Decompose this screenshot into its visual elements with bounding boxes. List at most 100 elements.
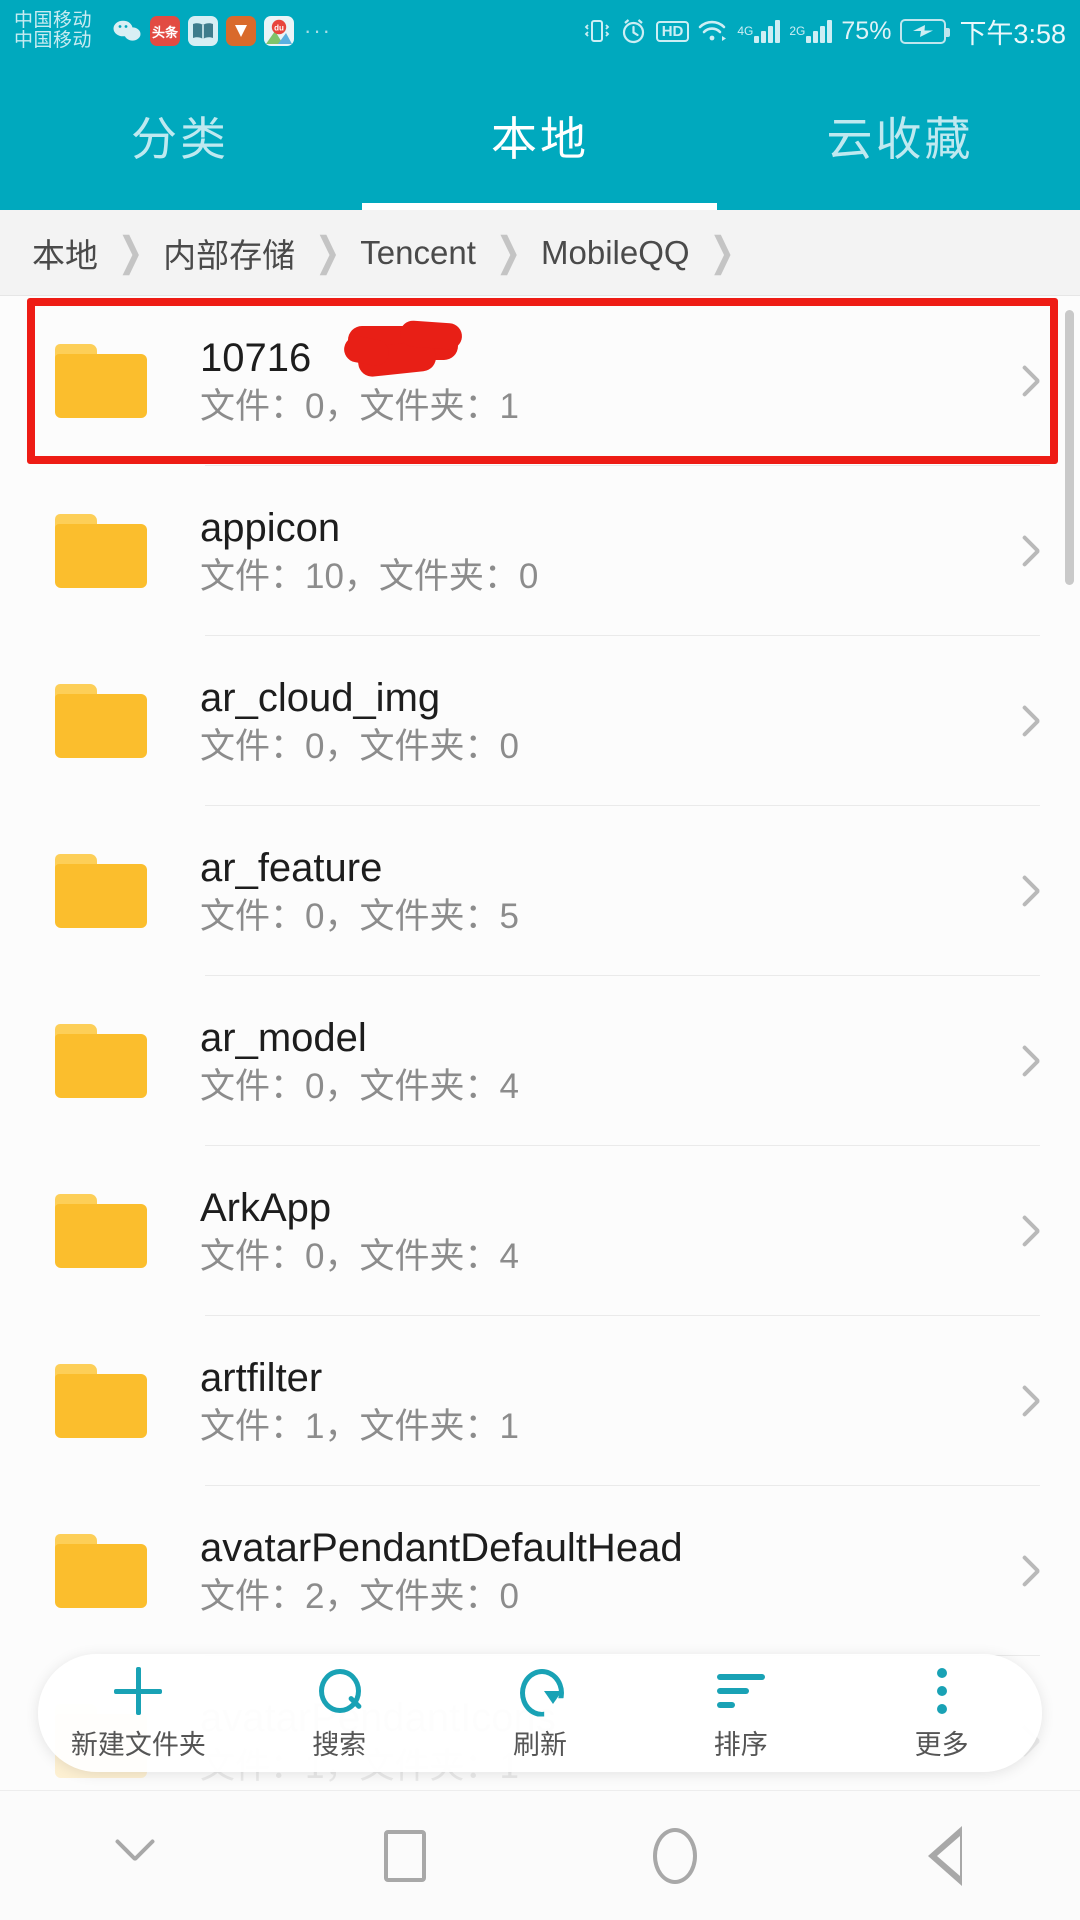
notification-icons: 头条 du ··· [112, 16, 332, 46]
file-name: ar_cloud_img [200, 675, 441, 720]
file-name: avatarPendantDefaultHead [200, 1525, 683, 1570]
file-name: artfilter [200, 1355, 323, 1400]
more-label: 更多 [914, 1729, 969, 1760]
breadcrumb-separator-icon: ❯ [315, 230, 341, 275]
recents-button[interactable] [270, 1791, 540, 1920]
vibrate-icon [583, 14, 611, 48]
folder-icon [55, 1364, 147, 1438]
file-name: ArkApp [200, 1185, 332, 1230]
battery-icon [900, 18, 951, 44]
carrier-line-2: 中国移动 [14, 30, 93, 51]
folder-icon [55, 684, 147, 758]
sim1-bars [754, 19, 781, 43]
bottom-toolbar: 新建文件夹 搜索 刷新 排序 更多 [38, 1654, 1042, 1772]
list-item[interactable]: ar_feature 文件：0，文件夹：5 [0, 806, 1080, 976]
file-list[interactable]: 10716 文件：0，文件夹：1 appicon 文件：10，文件夹：0 ar_… [0, 296, 1080, 1790]
phone-screen: 中国移动 中国移动 头条 du ··· HD 4G 2G 75% 下午3:58 … [0, 0, 1080, 1920]
search-icon [315, 1665, 363, 1717]
tab-categories[interactable]: 分类 [0, 103, 360, 169]
chevron-right-icon [1018, 1381, 1040, 1421]
file-name: ar_feature [200, 845, 383, 890]
file-info: 文件：0，文件夹：4 [200, 1066, 519, 1106]
file-name: ar_model [200, 1015, 367, 1060]
refresh-label: 刷新 [512, 1729, 567, 1760]
home-button[interactable] [540, 1791, 810, 1920]
more-vertical-icon [936, 1665, 947, 1717]
recents-icon [384, 1829, 426, 1882]
overflow-dots-icon: ··· [304, 18, 332, 43]
active-tab-indicator [360, 203, 720, 210]
file-info: 文件：10，文件夹：0 [200, 556, 539, 596]
list-scrollbar[interactable] [1065, 310, 1074, 585]
chevron-right-icon [1018, 1211, 1040, 1251]
wifi-icon [698, 14, 728, 48]
toutiao-label: 头条 [152, 24, 179, 40]
new-folder-button[interactable]: 新建文件夹 [38, 1665, 239, 1762]
refresh-button[interactable]: 刷新 [440, 1665, 641, 1762]
carrier-line-1: 中国移动 [14, 9, 93, 31]
tab-cloud[interactable]: 云收藏 [720, 103, 1080, 169]
book-icon [188, 16, 219, 46]
android-nav-bar [0, 1790, 1080, 1920]
toutiao-icon: 头条 [150, 16, 181, 46]
file-info: 文件：0，文件夹：4 [200, 1236, 519, 1276]
chevron-right-icon [1018, 1041, 1040, 1081]
file-info: 文件：2，文件夹：0 [200, 1576, 519, 1616]
baidu-map-icon: du [264, 16, 295, 46]
back-button[interactable] [810, 1791, 1080, 1920]
back-icon [928, 1825, 962, 1886]
breadcrumb-item-mobileqq[interactable]: MobileQQ [531, 234, 700, 272]
carrier-label: 中国移动 中国移动 [14, 9, 93, 51]
sim1-network-label: 4G [737, 24, 754, 38]
chevron-right-icon [1018, 531, 1040, 571]
highlight-annotation-box [27, 298, 1058, 464]
sort-icon [716, 1665, 765, 1717]
breadcrumb-item-tencent[interactable]: Tencent [350, 234, 486, 272]
sim1-signal-icon: 4G [737, 14, 781, 48]
file-info: 文件：1，文件夹：1 [200, 1406, 519, 1446]
new-folder-label: 新建文件夹 [70, 1729, 206, 1760]
status-bar: 中国移动 中国移动 头条 du ··· HD 4G 2G 75% 下午3:58 [0, 0, 1080, 62]
hide-keyboard-button[interactable] [0, 1791, 270, 1920]
file-info: 文件：0，文件夹：5 [200, 896, 519, 936]
folder-icon [55, 1534, 147, 1608]
sim2-signal-icon: 2G [789, 14, 833, 48]
video-icon [226, 16, 257, 46]
breadcrumb-item-local[interactable]: 本地 [22, 229, 108, 277]
search-button[interactable]: 搜索 [239, 1665, 440, 1762]
home-icon [653, 1827, 697, 1884]
redaction-scribble [342, 319, 463, 378]
sort-label: 排序 [713, 1729, 768, 1760]
chevron-right-icon [1018, 701, 1040, 741]
alarm-icon [620, 14, 647, 48]
breadcrumb-separator-icon: ❯ [495, 230, 522, 275]
list-item[interactable]: ar_cloud_img 文件：0，文件夹：0 [0, 636, 1080, 806]
breadcrumb-separator-icon: ❯ [118, 230, 144, 275]
wechat-icon [112, 16, 142, 46]
list-item[interactable]: appicon 文件：10，文件夹：0 [0, 466, 1080, 636]
folder-icon [55, 344, 147, 418]
list-item[interactable]: artfilter 文件：1，文件夹：1 [0, 1316, 1080, 1486]
breadcrumb-separator-icon: ❯ [709, 230, 735, 275]
search-label: 搜索 [312, 1729, 367, 1760]
chevron-right-icon [1018, 871, 1040, 911]
chevron-right-icon [1018, 361, 1040, 401]
sim2-bars [806, 19, 833, 43]
breadcrumb-item-internal-storage[interactable]: 内部存储 [153, 229, 305, 277]
tab-bar: 分类 本地 云收藏 [0, 62, 1080, 210]
list-item[interactable]: ArkApp 文件：0，文件夹：4 [0, 1146, 1080, 1316]
sort-button[interactable]: 排序 [640, 1665, 841, 1762]
breadcrumb: 本地 ❯ 内部存储 ❯ Tencent ❯ MobileQQ ❯ [0, 210, 1080, 296]
tab-local[interactable]: 本地 [360, 103, 720, 169]
svg-text:du: du [274, 24, 284, 33]
folder-icon [55, 1024, 147, 1098]
folder-icon [55, 514, 147, 588]
file-info: 文件：0，文件夹：1 [200, 386, 519, 426]
folder-icon [55, 854, 147, 928]
file-info: 文件：0，文件夹：0 [200, 726, 519, 766]
file-name: 10716 [200, 319, 519, 380]
list-item[interactable]: 10716 文件：0，文件夹：1 [0, 296, 1080, 466]
more-button[interactable]: 更多 [841, 1665, 1042, 1762]
list-item[interactable]: ar_model 文件：0，文件夹：4 [0, 976, 1080, 1146]
list-item[interactable]: avatarPendantDefaultHead 文件：2，文件夹：0 [0, 1486, 1080, 1656]
